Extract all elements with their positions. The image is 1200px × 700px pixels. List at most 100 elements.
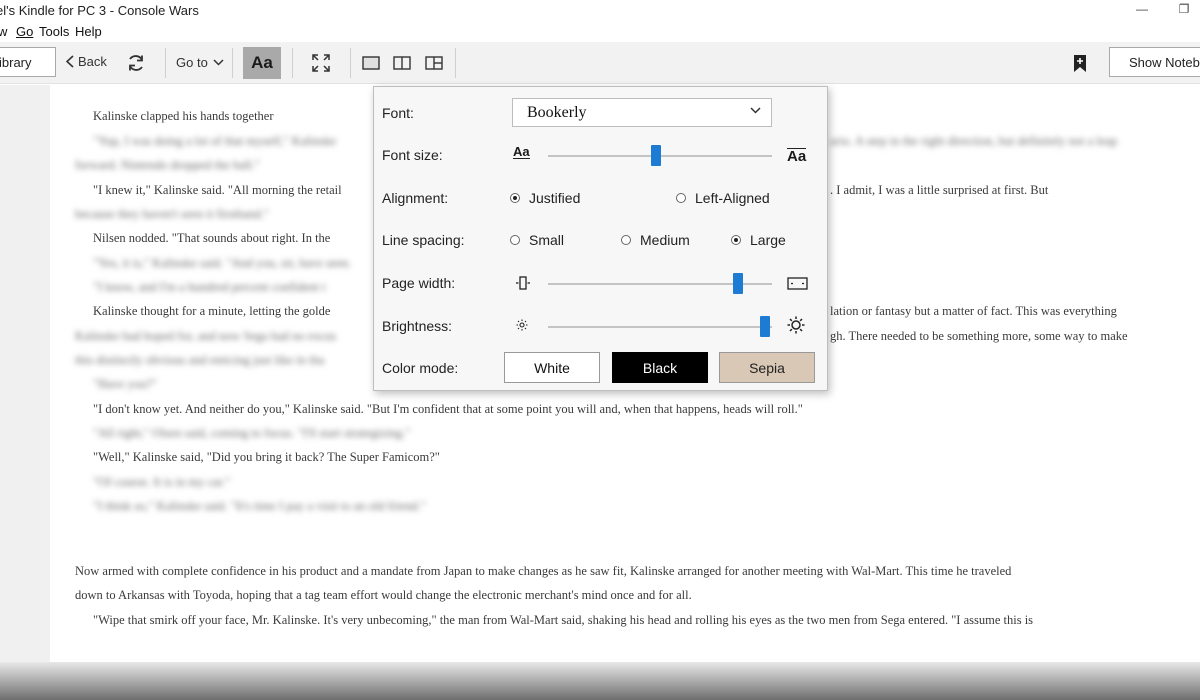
book-text-line: "All right," Olsen said, coming to focus… xyxy=(93,426,411,440)
book-text-line: Kalinske clapped his hands together xyxy=(93,109,274,123)
brightness-track[interactable] xyxy=(548,326,772,328)
toolbar-divider xyxy=(455,48,456,78)
color-mode-sepia-button[interactable]: Sepia xyxy=(719,352,815,383)
radio-label: Small xyxy=(529,232,565,248)
book-text-line: . I admit, I was a little surprised at f… xyxy=(830,183,1049,197)
line-spacing-medium-radio[interactable]: Medium xyxy=(621,232,690,248)
radio-dot xyxy=(510,193,520,203)
toolbar: ibrary Back Go to Aa Show Notebo xyxy=(0,42,1200,84)
book-text-line: down to Arkansas with Toyoda, hoping tha… xyxy=(75,588,692,602)
toolbar-divider xyxy=(165,48,166,78)
display-settings-popup: Font: Bookerly Font size: Aa Aa Alignmen… xyxy=(373,86,828,391)
brightness-label: Brightness: xyxy=(382,318,453,334)
minimize-button[interactable]: — xyxy=(1130,2,1154,16)
refresh-icon xyxy=(129,55,143,71)
book-text-line: "I don't know yet. And neither do you," … xyxy=(93,402,803,416)
back-label: Back xyxy=(78,54,107,69)
fullscreen-icon xyxy=(312,54,330,72)
font-size-label: Font size: xyxy=(382,147,443,163)
radio-label: Justified xyxy=(529,190,581,206)
fullscreen-button[interactable] xyxy=(310,53,332,73)
book-text-line: "Have you?" xyxy=(93,377,158,391)
brightness-high-icon[interactable] xyxy=(787,316,805,334)
title-bar: el's Kindle for PC 3 - Console Wars — ❐ xyxy=(0,0,1200,22)
book-text-line: Nilsen nodded. "That sounds about right.… xyxy=(93,231,331,245)
goto-button[interactable]: Go to xyxy=(176,55,224,70)
alignment-left-radio[interactable]: Left-Aligned xyxy=(676,190,770,206)
radio-dot xyxy=(731,235,741,245)
book-text-line: "I know, and I'm a hundred percent confi… xyxy=(93,280,326,294)
toolbar-divider xyxy=(232,48,233,78)
wide-width-icon[interactable] xyxy=(787,277,808,290)
single-column-button[interactable] xyxy=(360,53,382,73)
multi-column-icon xyxy=(425,56,443,70)
menu-tools[interactable]: Tools xyxy=(39,24,69,39)
book-text-line: "I think so," Kalinske said. "It's time … xyxy=(93,499,426,513)
font-label: Font: xyxy=(382,105,414,121)
back-button[interactable]: Back xyxy=(66,54,107,69)
color-mode-white-button[interactable]: White xyxy=(504,352,600,383)
alignment-label: Alignment: xyxy=(382,190,449,206)
line-spacing-large-radio[interactable]: Large xyxy=(731,232,786,248)
book-text-line: forward. Nintendo dropped the ball." xyxy=(75,158,260,172)
chevron-down-icon xyxy=(213,59,224,66)
single-column-icon xyxy=(362,56,380,70)
radio-label: Medium xyxy=(640,232,690,248)
book-text-line: because they haven't seen it firsthand." xyxy=(75,207,270,221)
font-dropdown[interactable]: Bookerly xyxy=(512,98,772,127)
chevron-left-icon xyxy=(66,55,74,68)
two-column-button[interactable] xyxy=(391,53,413,73)
two-column-icon xyxy=(393,56,411,70)
radio-label: Left-Aligned xyxy=(695,190,770,206)
bookmark-add-icon xyxy=(1074,54,1086,72)
chevron-down-icon xyxy=(750,107,761,114)
book-text-line: Now armed with complete confidence in hi… xyxy=(75,564,1012,578)
book-text-line: "Yup, I was doing a lot of that myself,"… xyxy=(93,134,337,148)
menu-help[interactable]: Help xyxy=(75,24,102,39)
menu-go[interactable]: Go xyxy=(16,24,33,39)
sync-button[interactable] xyxy=(125,53,147,73)
radio-label: Large xyxy=(750,232,786,248)
font-smaller-icon[interactable]: Aa xyxy=(513,145,530,159)
brightness-thumb[interactable] xyxy=(760,316,771,337)
page-width-label: Page width: xyxy=(382,275,456,291)
add-bookmark-button[interactable] xyxy=(1069,53,1091,73)
radio-dot xyxy=(510,235,520,245)
radio-dot xyxy=(621,235,631,245)
menu-bar: w Go Tools Help xyxy=(0,22,1200,42)
book-text-line: Kalinske had hoped for, and now Sega had… xyxy=(75,329,337,343)
color-mode-label: Color mode: xyxy=(382,360,459,376)
book-text-line: Kalinske thought for a minute, letting t… xyxy=(93,304,331,318)
alignment-justified-radio[interactable]: Justified xyxy=(510,190,580,206)
library-button[interactable]: ibrary xyxy=(0,47,56,77)
narrow-width-icon[interactable] xyxy=(515,276,531,290)
bottom-shadow xyxy=(0,662,1200,700)
book-text-line: ario. A step in the right direction, but… xyxy=(830,134,1118,148)
book-text-line: "I knew it," Kalinske said. "All morning… xyxy=(93,183,342,197)
line-spacing-small-radio[interactable]: Small xyxy=(510,232,564,248)
book-text-line: "Of course. It is in my car." xyxy=(93,475,231,489)
radio-dot xyxy=(676,193,686,203)
font-size-thumb[interactable] xyxy=(650,145,661,166)
font-value: Bookerly xyxy=(527,104,587,121)
show-notebook-button[interactable]: Show Notebo xyxy=(1109,47,1200,77)
menu-view[interactable]: w xyxy=(0,24,7,39)
book-text-line: "Wipe that smirk off your face, Mr. Kali… xyxy=(93,613,1034,627)
window-title: el's Kindle for PC 3 - Console Wars xyxy=(0,3,199,18)
brightness-low-icon[interactable] xyxy=(516,319,528,331)
book-text-line: lation or fantasy but a matter of fact. … xyxy=(830,304,1117,318)
color-mode-black-button[interactable]: Black xyxy=(612,352,708,383)
line-spacing-label: Line spacing: xyxy=(382,232,465,248)
book-text-line: this distinctly obvious and enticing jus… xyxy=(75,353,325,367)
font-settings-button[interactable]: Aa xyxy=(243,47,281,79)
book-text-line: gh. There needed to be something more, s… xyxy=(830,329,1128,343)
goto-label: Go to xyxy=(176,55,208,70)
toolbar-divider xyxy=(292,48,293,78)
toolbar-divider xyxy=(350,48,351,78)
font-larger-icon[interactable]: Aa xyxy=(787,148,807,164)
book-text-line: "Well," Kalinske said, "Did you bring it… xyxy=(93,450,440,464)
page-width-thumb[interactable] xyxy=(733,273,744,294)
book-text-line: "Yes, it is," Kalinske said. "And you, s… xyxy=(93,256,352,270)
multi-column-button[interactable] xyxy=(423,53,445,73)
restore-button[interactable]: ❐ xyxy=(1172,2,1196,16)
